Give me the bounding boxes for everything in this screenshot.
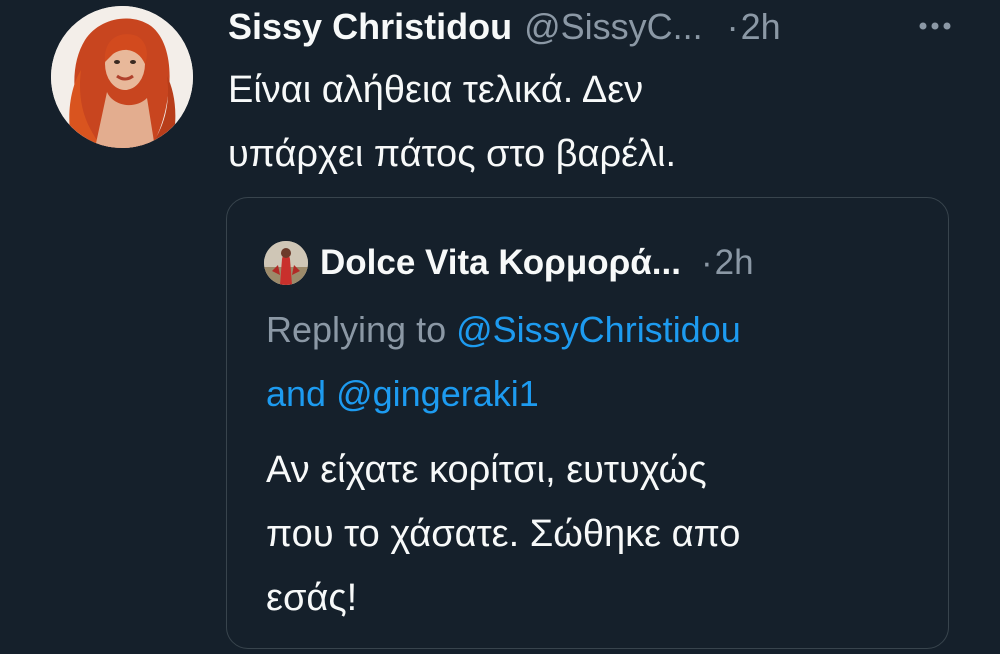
tweet-text: Είναι αλήθεια τελικά. Δεν υπάρχει πάτος … xyxy=(228,58,928,186)
replying-to-line: Replying to @SissyChristidou xyxy=(266,300,936,360)
author-handle[interactable]: @SissyC... xyxy=(524,6,703,48)
mention-link[interactable]: @gingeraki1 xyxy=(336,373,539,414)
quoted-text-line: Αν είχατε κορίτσι, ευτυχώς xyxy=(266,449,707,491)
quoted-tweet-card[interactable]: Dolce Vita Κορμορά... · 2h Replying to @… xyxy=(226,197,949,649)
replying-to-line: and @gingeraki1 xyxy=(266,364,936,424)
replying-to-label: Replying to xyxy=(266,309,447,350)
quoted-tweet-text: Αν είχατε κορίτσι, ευτυχώς που το χάσατε… xyxy=(266,438,936,630)
quoted-text-line: που το χάσατε. Σώθηκε απο xyxy=(266,513,741,555)
tweet-timestamp[interactable]: 2h xyxy=(741,6,781,48)
quoted-author-name[interactable]: Dolce Vita Κορμορά... xyxy=(320,243,681,283)
profile-photo-icon xyxy=(51,6,193,148)
quoted-author-avatar[interactable] xyxy=(264,241,308,285)
author-avatar[interactable] xyxy=(51,6,193,148)
tweet-text-line: Είναι αλήθεια τελικά. Δεν xyxy=(228,69,644,111)
tweet-header: Sissy Christidou @SissyC... · 2h xyxy=(228,2,781,52)
quoted-text-line: εσάς! xyxy=(266,577,358,619)
mention-link[interactable]: @SissyChristidou xyxy=(456,309,741,350)
separator-dot: · xyxy=(700,243,713,282)
quoted-tweet-timestamp[interactable]: 2h xyxy=(715,243,754,283)
more-horizontal-icon[interactable] xyxy=(918,14,952,38)
tweet-text-line: υπάρχει πάτος στο βαρέλι. xyxy=(228,133,677,175)
separator-dot: · xyxy=(726,6,739,47)
and-label: and xyxy=(266,373,327,414)
author-name[interactable]: Sissy Christidou xyxy=(228,6,512,48)
quoted-profile-photo-icon xyxy=(264,241,308,285)
quoted-tweet-header: Dolce Vita Κορμορά... · 2h xyxy=(264,238,754,288)
